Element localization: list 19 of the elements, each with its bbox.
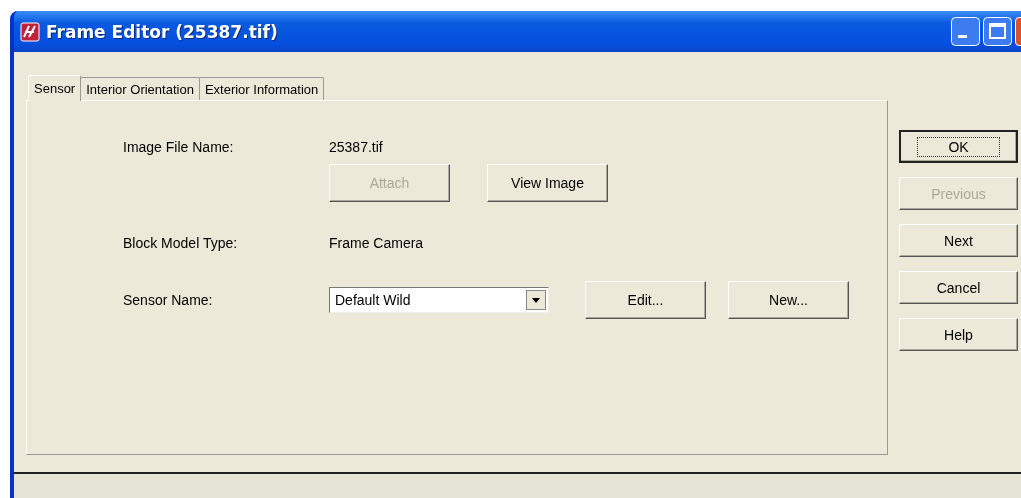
field-value: 25387.tif (329, 139, 383, 155)
dialog-button[interactable]: OK (899, 130, 1018, 163)
app-icon (20, 21, 40, 42)
dialog-button[interactable]: Cancel (899, 271, 1018, 304)
dialog-button[interactable]: Next (899, 224, 1018, 257)
field-label: Image File Name: (123, 139, 235, 155)
window-title: Frame Editor (25387.tif) (46, 21, 278, 42)
sensor-dropdown[interactable]: Default Wild (329, 287, 549, 313)
dialog-button[interactable]: View Image (487, 164, 608, 202)
tab[interactable]: Exterior Information (198, 77, 325, 100)
dialog-button[interactable]: New... (728, 281, 849, 319)
field-value: Frame Camera (329, 235, 424, 251)
minimize-icon[interactable] (951, 17, 980, 46)
dialog-button[interactable]: Edit... (585, 281, 706, 319)
maximize-icon[interactable] (983, 17, 1012, 46)
tab[interactable]: Sensor (28, 75, 82, 101)
field-label: Sensor Name: (123, 292, 214, 308)
field-label: Block Model Type: (123, 235, 239, 251)
dialog-button[interactable]: Help (899, 318, 1018, 351)
